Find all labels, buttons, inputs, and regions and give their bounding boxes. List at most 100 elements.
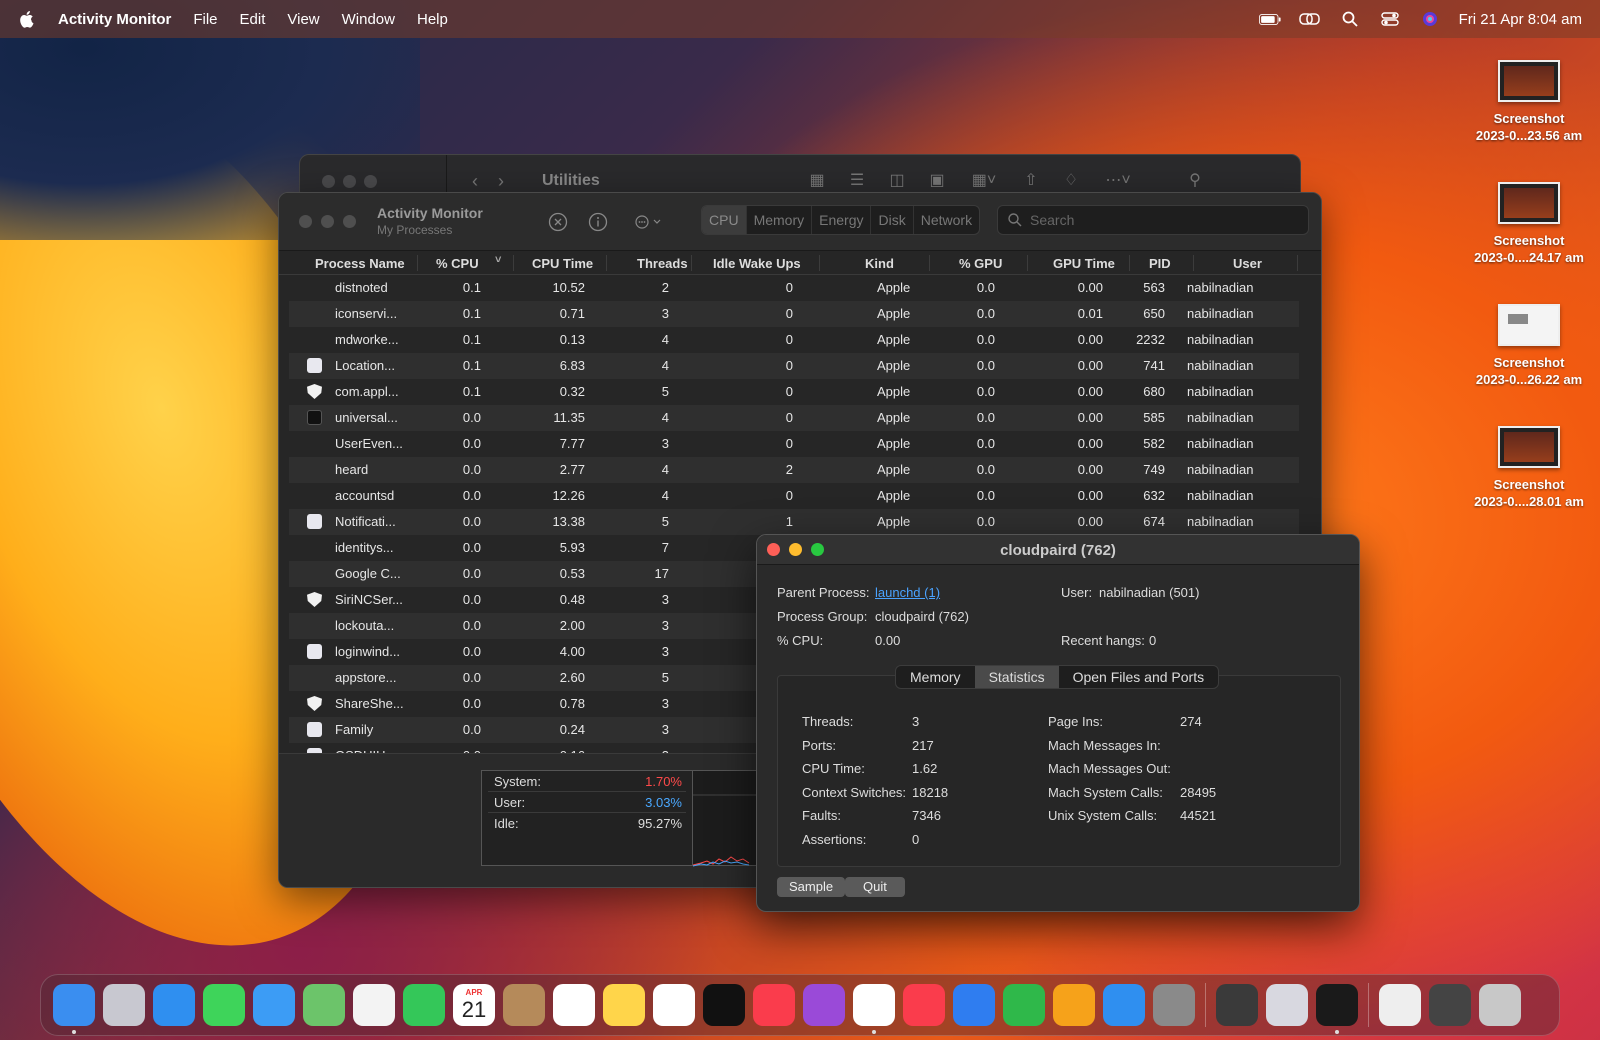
stop-process-icon[interactable] [547, 211, 569, 233]
facetime-icon[interactable] [403, 984, 445, 1026]
safari-icon[interactable] [153, 984, 195, 1026]
finder-search-icon[interactable]: ⚲ [1182, 169, 1208, 191]
icon-view-icon[interactable]: ▦ [804, 169, 830, 191]
process-info-window[interactable]: cloudpaird (762) Parent Process: launchd… [756, 534, 1360, 912]
minimize-button[interactable] [321, 215, 334, 228]
table-row[interactable]: distnoted 0.1 10.52 2 0 Apple 0.0 0.00 563 nabiln… [289, 275, 1299, 301]
tab-cpu[interactable]: CPU [702, 206, 747, 234]
table-row[interactable]: iconservi... 0.1 0.71 3 0 Apple 0.0 0.01 650 nabi… [289, 301, 1299, 327]
numbers-icon[interactable] [1003, 984, 1045, 1026]
more-options-icon[interactable] [633, 211, 667, 233]
zoom-button[interactable] [343, 215, 356, 228]
spotlight-search-icon[interactable] [1339, 11, 1361, 27]
contacts-icon[interactable] [503, 984, 545, 1026]
music-icon[interactable] [753, 984, 795, 1026]
menu-help[interactable]: Help [417, 11, 448, 28]
pages-icon[interactable] [1053, 984, 1095, 1026]
desktop-file-screenshot-1[interactable]: Screenshot 2023-0...23.56 am [1462, 60, 1596, 144]
forward-arrow-icon[interactable]: › [498, 171, 504, 191]
search-input[interactable] [1030, 212, 1290, 228]
desktop-file-screenshot-4[interactable]: Screenshot 2023-0....28.01 am [1462, 426, 1596, 510]
tag-icon[interactable]: ♢ [1058, 169, 1084, 191]
calendar-icon[interactable]: APR 21 [453, 984, 495, 1026]
tab-disk[interactable]: Disk [871, 206, 914, 234]
column-view-icon[interactable]: ◫ [884, 169, 910, 191]
table-row[interactable]: accountsd 0.0 12.26 4 0 Apple 0.0 0.00 632 nabiln… [289, 483, 1299, 509]
table-row[interactable]: Notificati... 0.0 13.38 5 1 Apple 0.0 0.00 674 na… [289, 509, 1299, 535]
quit-button[interactable]: Quit [845, 877, 905, 897]
sample-button[interactable]: Sample [777, 877, 846, 897]
table-row[interactable]: universal... 0.0 11.35 4 0 Apple 0.0 0.00 585 nab… [289, 405, 1299, 431]
desktop-file-screenshot-3[interactable]: Screenshot 2023-0...26.22 am [1462, 304, 1596, 388]
tab-energy[interactable]: Energy [812, 206, 872, 234]
back-arrow-icon[interactable]: ‹ [472, 171, 478, 191]
close-button[interactable] [322, 175, 335, 188]
tab-network[interactable]: Network [914, 206, 979, 234]
launchpad-icon[interactable] [103, 984, 145, 1026]
menu-app-name[interactable]: Activity Monitor [58, 11, 171, 28]
tab-open-files-ports[interactable]: Open Files and Ports [1059, 666, 1219, 688]
app-store-icon[interactable] [1103, 984, 1145, 1026]
group-icon[interactable]: ▦˅ [964, 169, 1004, 191]
news-icon[interactable] [903, 984, 945, 1026]
photos-icon[interactable] [353, 984, 395, 1026]
control-center-icon[interactable] [1379, 11, 1401, 27]
battery-icon[interactable] [1258, 11, 1281, 27]
table-row[interactable]: Location... 0.1 6.83 4 0 Apple 0.0 0.00 741 nabil… [289, 353, 1299, 379]
menu-window[interactable]: Window [342, 11, 395, 28]
parent-process-link[interactable]: launchd (1) [875, 585, 940, 600]
info-icon[interactable] [587, 211, 609, 233]
share-icon[interactable]: ⇧ [1018, 169, 1044, 191]
col-cpu[interactable]: % CPU [436, 256, 479, 271]
col-kind[interactable]: Kind [865, 256, 894, 271]
apple-menu-icon[interactable] [18, 10, 36, 28]
reminders-icon[interactable] [553, 984, 595, 1026]
table-row[interactable]: mdworke... 0.1 0.13 4 0 Apple 0.0 0.00 2232 nabil… [289, 327, 1299, 353]
minimize-button[interactable] [343, 175, 356, 188]
system-settings-icon[interactable] [1153, 984, 1195, 1026]
menu-file[interactable]: File [193, 11, 217, 28]
downloads-stack-icon[interactable] [1429, 984, 1471, 1026]
col-gpu-time[interactable]: GPU Time [1053, 256, 1115, 271]
apple-tv-icon[interactable] [703, 984, 745, 1026]
col-process-name[interactable]: Process Name [315, 256, 405, 271]
screen-mirroring-icon[interactable] [1298, 11, 1321, 27]
tab-memory[interactable]: Memory [896, 666, 975, 688]
col-gpu[interactable]: % GPU [959, 256, 1002, 271]
podcasts-icon[interactable] [803, 984, 845, 1026]
chrome-icon[interactable] [853, 984, 895, 1034]
mail-icon[interactable] [253, 984, 295, 1026]
document-icon[interactable] [1379, 984, 1421, 1026]
table-row[interactable]: com.appl... 0.1 0.32 5 0 Apple 0.0 0.00 680 nabil… [289, 379, 1299, 405]
finder-icon[interactable] [53, 984, 95, 1034]
col-idle-wake-ups[interactable]: Idle Wake Ups [713, 256, 801, 271]
activity-monitor-icon[interactable] [1316, 984, 1358, 1034]
col-user[interactable]: User [1233, 256, 1262, 271]
menu-edit[interactable]: Edit [240, 11, 266, 28]
zoom-button[interactable] [364, 175, 377, 188]
notes-icon[interactable] [603, 984, 645, 1026]
keynote-icon[interactable] [953, 984, 995, 1026]
close-button[interactable] [299, 215, 312, 228]
tab-memory[interactable]: Memory [747, 206, 813, 234]
table-row[interactable]: heard 0.0 2.77 4 2 Apple 0.0 0.00 749 nabilnadian [289, 457, 1299, 483]
maps-icon[interactable] [303, 984, 345, 1026]
preview-icon[interactable] [1266, 984, 1308, 1026]
more-actions-icon[interactable]: ⋯˅ [1098, 169, 1138, 191]
trash-icon[interactable] [1479, 984, 1521, 1026]
tab-statistics[interactable]: Statistics [974, 666, 1059, 688]
freeform-icon[interactable] [653, 984, 695, 1026]
messages-icon[interactable] [203, 984, 245, 1026]
col-threads[interactable]: Threads [637, 256, 688, 271]
col-cpu-time[interactable]: CPU Time [532, 256, 593, 271]
desktop-file-screenshot-2[interactable]: Screenshot 2023-0....24.17 am [1462, 182, 1596, 266]
siri-icon[interactable] [1419, 11, 1441, 27]
col-pid[interactable]: PID [1149, 256, 1171, 271]
list-view-icon[interactable]: ☰ [844, 169, 870, 191]
am-search-field[interactable] [997, 205, 1309, 235]
menu-view[interactable]: View [287, 11, 319, 28]
fl-studio-icon[interactable] [1216, 984, 1258, 1026]
menu-clock[interactable]: Fri 21 Apr 8:04 am [1459, 11, 1582, 28]
table-row[interactable]: UserEven... 0.0 7.77 3 0 Apple 0.0 0.00 582 nabil… [289, 431, 1299, 457]
gallery-view-icon[interactable]: ▣ [924, 169, 950, 191]
